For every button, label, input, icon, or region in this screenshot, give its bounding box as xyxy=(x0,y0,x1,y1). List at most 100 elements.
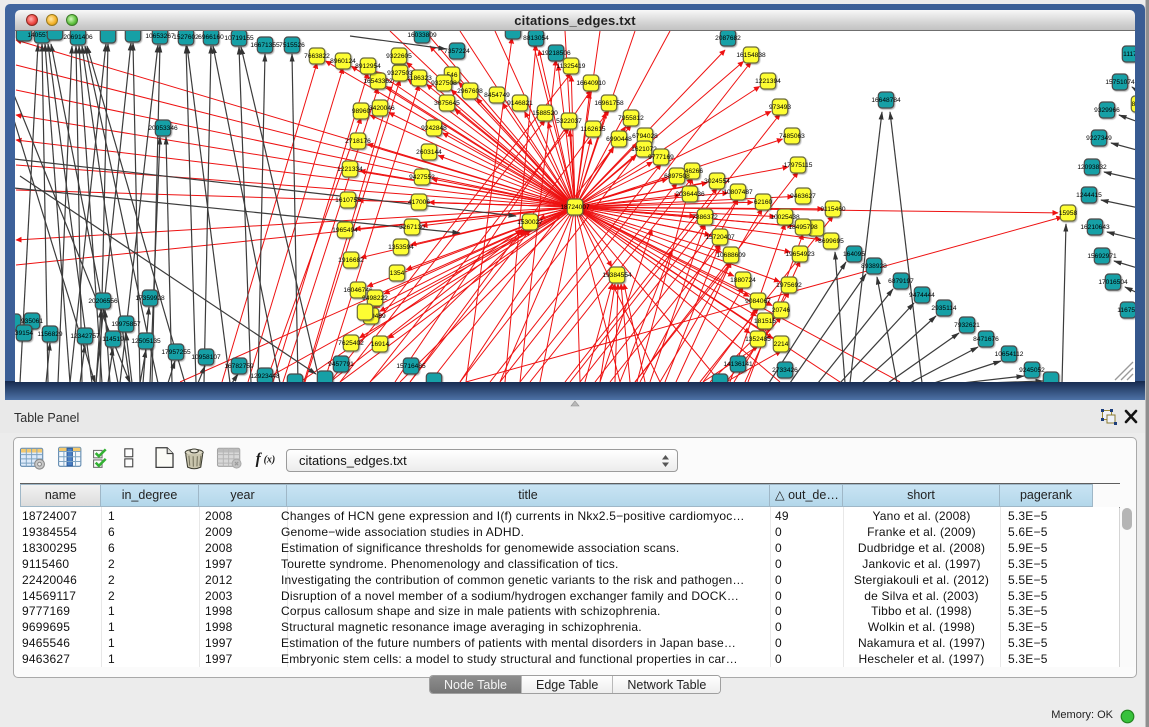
svg-text:8471676: 8471676 xyxy=(973,336,999,343)
svg-text:7955812: 7955812 xyxy=(618,115,644,122)
svg-text:6990448: 6990448 xyxy=(606,136,632,143)
svg-text:1588520: 1588520 xyxy=(532,110,558,117)
svg-text:6879197: 6879197 xyxy=(888,278,914,285)
svg-text:9115460: 9115460 xyxy=(820,206,846,213)
svg-text:9146821: 9146821 xyxy=(507,100,533,107)
svg-text:6897508: 6897508 xyxy=(664,173,690,180)
svg-text:9777169: 9777169 xyxy=(648,154,674,161)
svg-text:20206556: 20206556 xyxy=(88,298,118,305)
svg-text:417006: 417006 xyxy=(408,199,430,206)
svg-text:3024554: 3024554 xyxy=(704,178,730,185)
svg-text:16648784: 16648784 xyxy=(871,97,901,104)
svg-text:16961758: 16961758 xyxy=(594,100,624,107)
svg-text:10958107: 10958107 xyxy=(191,354,221,361)
svg-text:8454749: 8454749 xyxy=(484,92,510,99)
svg-text:10719155: 10719155 xyxy=(224,35,254,42)
svg-text:19975857: 19975857 xyxy=(111,321,141,328)
svg-text:6966160: 6966160 xyxy=(198,34,224,41)
svg-text:17359928: 17359928 xyxy=(135,295,165,302)
svg-text:7663822: 7663822 xyxy=(304,53,330,60)
svg-text:2733426: 2733426 xyxy=(772,367,798,374)
svg-text:9327508: 9327508 xyxy=(431,80,457,87)
svg-text:10807487: 10807487 xyxy=(723,189,753,196)
svg-text:98960: 98960 xyxy=(352,108,371,115)
svg-text:7485063: 7485063 xyxy=(779,133,805,140)
svg-text:17975115: 17975115 xyxy=(784,162,813,169)
svg-text:20364436: 20364436 xyxy=(675,191,705,198)
svg-text:6794028: 6794028 xyxy=(632,133,658,140)
svg-text:19218506: 19218506 xyxy=(541,50,571,57)
svg-text:2603144: 2603144 xyxy=(416,149,442,156)
svg-text:7886372: 7886372 xyxy=(692,214,718,221)
svg-text:16782759: 16782759 xyxy=(224,363,254,370)
svg-text:116753: 116753 xyxy=(1117,307,1135,314)
svg-text:1965494: 1965494 xyxy=(332,227,358,234)
svg-text:(x): (x) xyxy=(264,455,276,466)
svg-text:1221334: 1221334 xyxy=(337,166,363,173)
svg-text:7625402: 7625402 xyxy=(338,340,364,347)
svg-text:19384554: 19384554 xyxy=(602,272,632,279)
svg-text:2935114: 2935114 xyxy=(931,305,957,312)
svg-text:9474444: 9474444 xyxy=(909,292,935,299)
svg-text:1916682: 1916682 xyxy=(338,257,364,264)
svg-text:1610755: 1610755 xyxy=(335,197,361,204)
svg-text:935061: 935061 xyxy=(21,318,43,325)
svg-text:15716485: 15716485 xyxy=(396,363,426,370)
svg-text:11325419: 11325419 xyxy=(557,63,586,70)
svg-text:9329966: 9329966 xyxy=(1094,107,1120,114)
svg-text:16154838: 16154838 xyxy=(736,52,766,59)
svg-text:17957255: 17957255 xyxy=(161,349,191,356)
svg-text:9242848: 9242848 xyxy=(421,125,447,132)
svg-text:9457791: 9457791 xyxy=(328,361,354,368)
svg-text:3267130: 3267130 xyxy=(399,224,425,231)
svg-text:9084067: 9084067 xyxy=(745,298,771,305)
svg-text:15958: 15958 xyxy=(1059,210,1078,217)
svg-text:9245052: 9245052 xyxy=(1019,367,1045,374)
svg-text:16033809: 16033809 xyxy=(407,32,437,39)
svg-text:12505135: 12505135 xyxy=(131,338,161,345)
svg-text:164095: 164095 xyxy=(843,251,865,258)
svg-text:2718176: 2718176 xyxy=(345,138,371,145)
svg-text:5322037: 5322037 xyxy=(556,118,582,125)
svg-text:2087682: 2087682 xyxy=(715,35,741,42)
svg-text:2967608: 2967608 xyxy=(457,88,483,95)
svg-text:2214: 2214 xyxy=(774,341,789,348)
svg-text:7515526: 7515526 xyxy=(279,42,305,49)
svg-text:1221394: 1221394 xyxy=(755,78,781,85)
svg-text:1156829: 1156829 xyxy=(37,331,63,338)
svg-text:12923448: 12923448 xyxy=(250,373,280,380)
svg-text:18495798: 18495798 xyxy=(788,224,818,231)
svg-text:9322605: 9322605 xyxy=(386,53,412,60)
svg-text:16914: 16914 xyxy=(371,341,390,348)
svg-text:8320: 8320 xyxy=(1132,101,1135,108)
svg-text:16640910: 16640910 xyxy=(576,80,606,87)
svg-text:f: f xyxy=(256,451,263,468)
svg-text:181515: 181515 xyxy=(754,318,776,325)
svg-text:39154: 39154 xyxy=(15,330,33,337)
svg-text:1880724: 1880724 xyxy=(730,277,756,284)
svg-text:1244415: 1244415 xyxy=(1076,192,1102,199)
svg-text:8699695: 8699695 xyxy=(818,238,844,245)
svg-text:10654112: 10654112 xyxy=(995,351,1024,358)
svg-text:62160: 62160 xyxy=(754,199,773,206)
svg-text:8938928: 8938928 xyxy=(861,263,887,270)
svg-text:16210643: 16210643 xyxy=(1080,224,1110,231)
svg-text:8912954: 8912954 xyxy=(355,63,381,70)
svg-text:15720407: 15720407 xyxy=(705,234,735,241)
svg-text:20053346: 20053346 xyxy=(148,125,178,132)
svg-text:15751074: 15751074 xyxy=(1105,79,1135,86)
svg-text:9427552: 9427552 xyxy=(409,174,435,181)
svg-text:7932621: 7932621 xyxy=(954,322,980,329)
svg-text:20691406: 20691406 xyxy=(63,34,93,41)
svg-text:1527602: 1527602 xyxy=(173,34,199,41)
svg-text:3875645: 3875645 xyxy=(434,100,460,107)
svg-text:8813054: 8813054 xyxy=(523,35,549,42)
svg-text:114519: 114519 xyxy=(102,336,124,343)
svg-text:12342757: 12342757 xyxy=(70,333,100,340)
svg-text:20746: 20746 xyxy=(772,307,791,314)
svg-text:1353594: 1353594 xyxy=(388,244,414,251)
svg-text:14136141: 14136141 xyxy=(723,361,753,368)
svg-text:8960124: 8960124 xyxy=(330,58,356,65)
svg-text:1354: 1354 xyxy=(390,270,405,277)
svg-text:1162615: 1162615 xyxy=(580,126,606,133)
